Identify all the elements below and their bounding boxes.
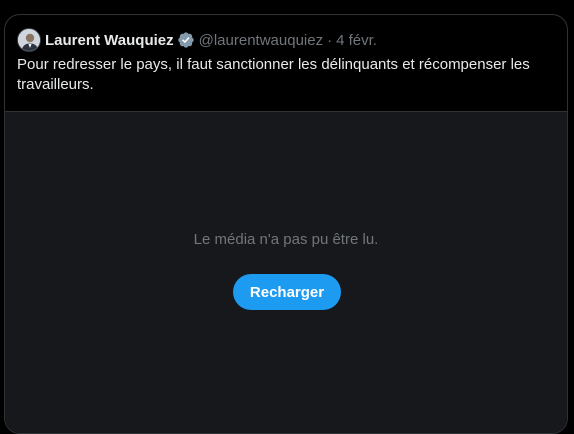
reload-button[interactable]: Recharger <box>233 274 341 310</box>
separator-dot: · <box>327 31 333 49</box>
author-handle[interactable]: @laurentwauquiez <box>199 32 323 49</box>
media-error-message: Le média n'a pas pu être lu. <box>193 231 379 248</box>
media-container: Le média n'a pas pu être lu. Recharger <box>5 111 567 433</box>
author-name[interactable]: Laurent Wauquiez <box>45 32 174 49</box>
tweet-header: Laurent Wauquiez @laurentwauquiez · 4 fé… <box>17 27 377 53</box>
tweet-date[interactable]: 4 févr. <box>336 32 377 49</box>
embedded-tweet-card[interactable]: Laurent Wauquiez @laurentwauquiez · 4 fé… <box>4 14 568 434</box>
verified-badge-icon <box>177 32 194 48</box>
tweet-text: Pour redresser le pays, il faut sanction… <box>17 56 530 93</box>
avatar[interactable] <box>17 28 41 52</box>
